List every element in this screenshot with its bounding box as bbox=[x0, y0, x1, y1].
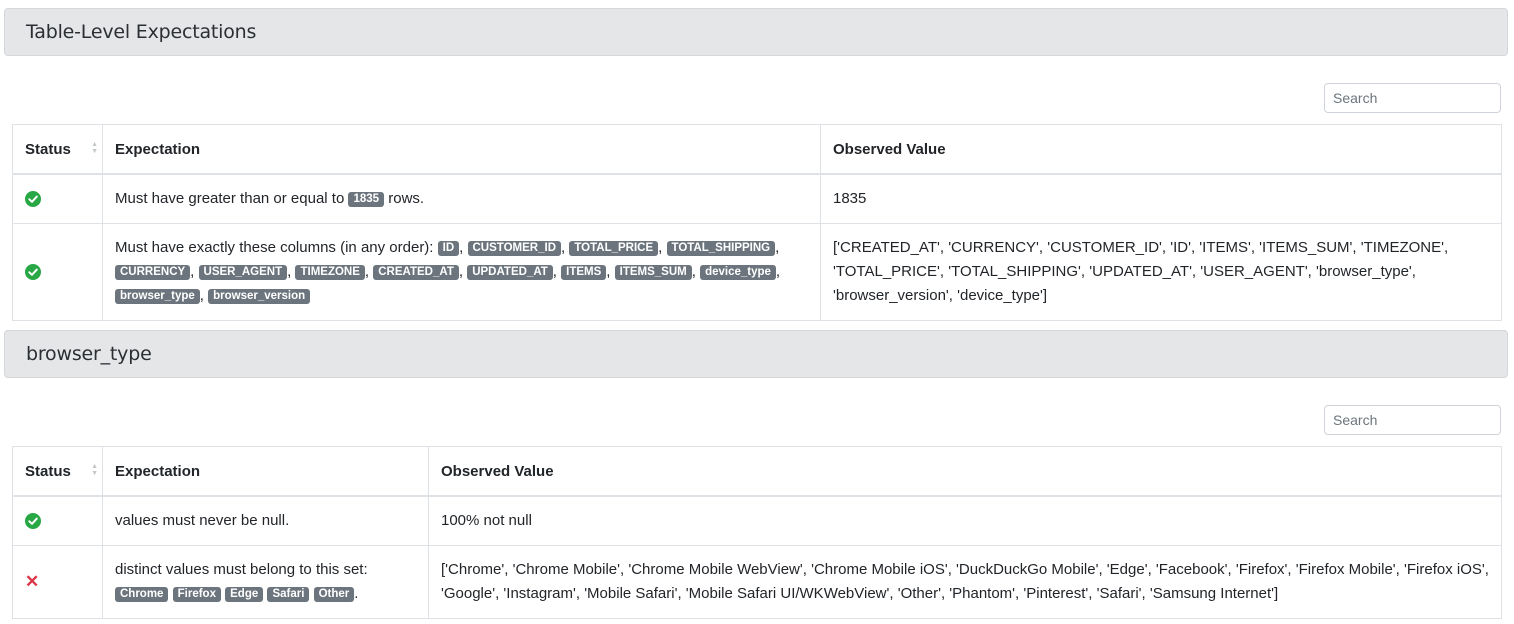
expectation-text: Must have exactly these columns (in any … bbox=[115, 238, 434, 256]
column-badge: TIMEZONE bbox=[295, 264, 365, 280]
sort-icon: ▲ ▼ bbox=[91, 140, 98, 155]
column-badge: TOTAL_PRICE bbox=[569, 240, 659, 256]
check-circle-icon bbox=[25, 264, 41, 281]
expectation-text: . bbox=[354, 584, 359, 602]
expectation-text: distinct values must belong to this set: bbox=[115, 560, 368, 578]
observed-value-cell: ['Chrome', 'Chrome Mobile', 'Chrome Mobi… bbox=[428, 544, 1502, 619]
column-badge: CUSTOMER_ID bbox=[467, 240, 561, 256]
table-row: values must never be null. 100% not null bbox=[12, 495, 1502, 546]
column-badge: CREATED_AT bbox=[373, 264, 459, 280]
value-badge: Edge bbox=[225, 586, 264, 602]
section-header-browser-type: browser_type bbox=[4, 330, 1508, 378]
expectations-table: Status ▲ ▼ Expectation Observed Value valu… bbox=[12, 446, 1502, 619]
column-badge: browser_type bbox=[115, 288, 200, 304]
column-badge: ID bbox=[437, 240, 460, 256]
value-badge: Firefox bbox=[172, 586, 221, 602]
table-row: Must have exactly these columns (in any … bbox=[12, 222, 1502, 321]
status-cell: ✕ bbox=[12, 544, 103, 619]
check-circle-icon bbox=[25, 191, 41, 208]
search-input[interactable] bbox=[1324, 83, 1501, 113]
section-title: Table-Level Expectations bbox=[26, 21, 257, 43]
status-column-header[interactable]: Status ▲ ▼ bbox=[12, 446, 103, 497]
status-cell bbox=[12, 495, 103, 546]
table-row: Must have greater than or equal to 1835 … bbox=[12, 173, 1502, 224]
column-badge: browser_version bbox=[208, 288, 311, 304]
column-badge: USER_AGENT bbox=[198, 264, 288, 280]
expectations-table: Status ▲ ▼ Expectation Observed Value Must… bbox=[12, 124, 1502, 321]
value-badge: Other bbox=[313, 586, 355, 602]
table-row: ✕ distinct values must belong to this se… bbox=[12, 544, 1502, 619]
expectation-column-header: Expectation bbox=[102, 124, 821, 175]
section-title: browser_type bbox=[26, 343, 152, 365]
expectation-cell: distinct values must belong to this set:… bbox=[102, 544, 429, 619]
observed-value-cell: ['CREATED_AT', 'CURRENCY', 'CUSTOMER_ID'… bbox=[820, 222, 1502, 321]
table-header-row: Status ▲ ▼ Expectation Observed Value bbox=[12, 446, 1502, 497]
column-badge: device_type bbox=[700, 264, 776, 280]
table-header-row: Status ▲ ▼ Expectation Observed Value bbox=[12, 124, 1502, 175]
expectation-column-header: Expectation bbox=[102, 446, 429, 497]
status-column-header[interactable]: Status ▲ ▼ bbox=[12, 124, 103, 175]
status-cell bbox=[12, 222, 103, 321]
expectation-text: rows. bbox=[388, 189, 425, 207]
observed-value-cell: 1835 bbox=[820, 173, 1502, 224]
column-badge: ITEMS_SUM bbox=[614, 264, 692, 280]
observed-value-column-header: Observed Value bbox=[820, 124, 1502, 175]
column-badge: UPDATED_AT bbox=[467, 264, 553, 280]
observed-value-cell: 100% not null bbox=[428, 495, 1502, 546]
section-header-table-level: Table-Level Expectations bbox=[4, 8, 1508, 56]
expectation-cell: Must have greater than or equal to 1835 … bbox=[102, 173, 821, 224]
check-circle-icon bbox=[25, 513, 41, 530]
status-cell bbox=[12, 173, 103, 224]
x-mark-icon: ✕ bbox=[25, 571, 40, 591]
observed-value-column-header: Observed Value bbox=[428, 446, 1502, 497]
expectation-cell: values must never be null. bbox=[102, 495, 429, 546]
column-badge: TOTAL_SHIPPING bbox=[666, 240, 776, 256]
value-badge: Safari bbox=[267, 586, 310, 602]
value-badge: Chrome bbox=[115, 586, 169, 602]
search-input[interactable] bbox=[1324, 405, 1501, 435]
sort-icon: ▲ ▼ bbox=[91, 462, 98, 477]
column-badge: CURRENCY bbox=[115, 264, 191, 280]
value-badge: 1835 bbox=[348, 191, 385, 207]
expectation-text: Must have greater than or equal to bbox=[115, 189, 345, 207]
column-badge: ITEMS bbox=[561, 264, 607, 280]
expectation-cell: Must have exactly these columns (in any … bbox=[102, 222, 821, 321]
